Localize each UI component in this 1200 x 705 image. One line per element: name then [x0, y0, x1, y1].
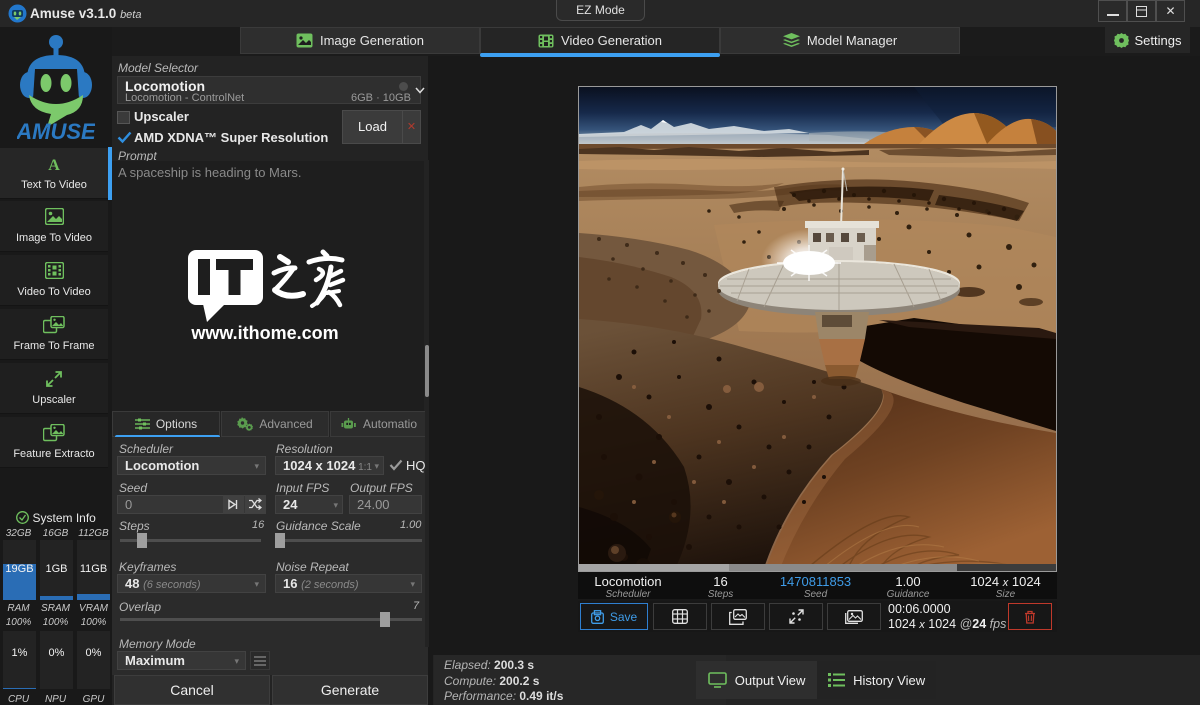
svg-text:A: A — [48, 157, 60, 174]
svg-text:www.ithome.com: www.ithome.com — [190, 323, 338, 343]
svg-text:AMUSE: AMUSE — [17, 119, 95, 144]
